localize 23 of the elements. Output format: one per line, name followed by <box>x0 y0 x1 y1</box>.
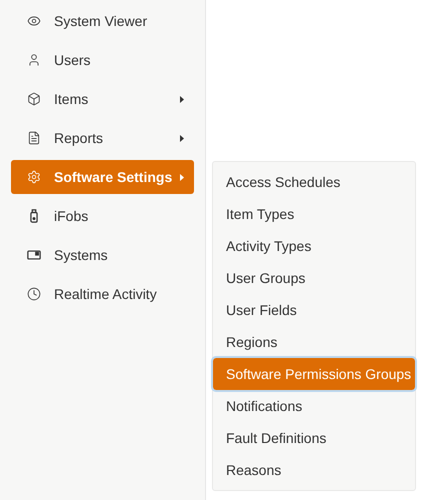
submenu-item[interactable]: User Fields <box>213 294 415 326</box>
sidebar-item[interactable]: System Viewer <box>11 4 194 38</box>
sidebar-item[interactable]: Realtime Activity <box>11 277 194 311</box>
monitor-icon <box>27 248 41 262</box>
submenu-item[interactable]: Item Types <box>213 198 415 230</box>
submenu-item[interactable]: Notifications <box>213 390 415 422</box>
eye-icon <box>27 14 41 28</box>
sidebar-item[interactable]: Items <box>11 82 194 116</box>
submenu-item[interactable]: Fault Definitions <box>213 422 415 454</box>
clock-icon <box>27 287 41 301</box>
submenu-item[interactable]: Access Schedules <box>213 166 415 198</box>
submenu-item[interactable]: User Groups <box>213 262 415 294</box>
gear-icon <box>27 170 41 184</box>
user-icon <box>27 53 41 67</box>
submenu-item[interactable]: Regions <box>213 326 415 358</box>
document-icon <box>27 131 41 145</box>
cube-icon <box>27 92 41 106</box>
sidebar-item[interactable]: Reports <box>11 121 194 155</box>
submenu-item[interactable]: Activity Types <box>213 230 415 262</box>
submenu-item[interactable]: Reasons <box>213 454 415 486</box>
sidebar-item[interactable]: iFobs <box>11 199 194 233</box>
sidebar-item[interactable]: Users <box>11 43 194 77</box>
sidebar-item[interactable]: Systems <box>11 238 194 272</box>
